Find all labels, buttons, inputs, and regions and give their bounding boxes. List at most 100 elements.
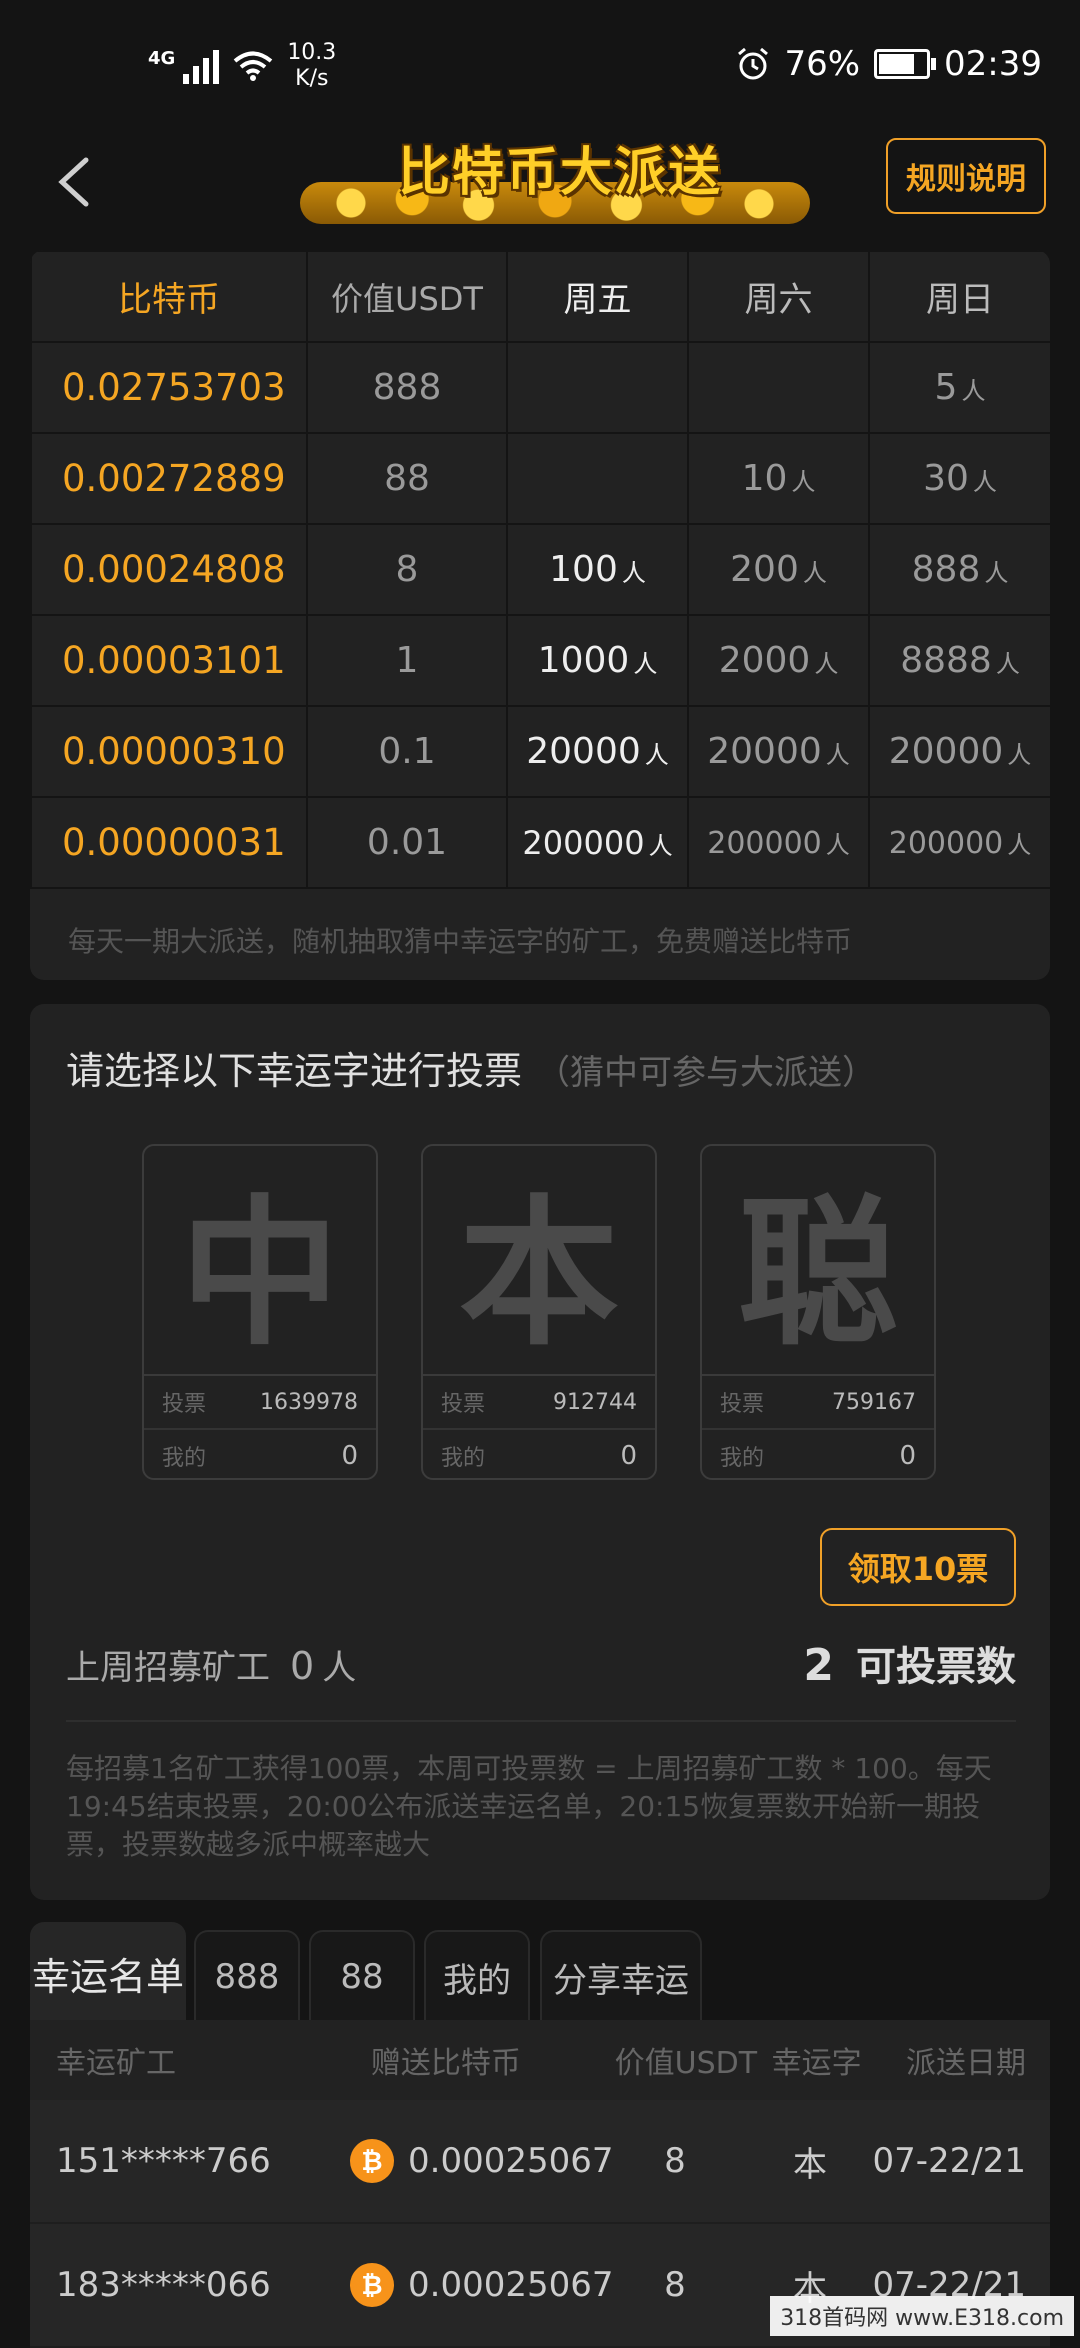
vote-title-text: 请选择以下幸运字进行投票 xyxy=(66,1049,523,1093)
cellular-signal-icon: 4G xyxy=(148,48,220,84)
cell-value: 10 xyxy=(741,458,788,499)
people-unit: 人 xyxy=(791,468,816,496)
divider xyxy=(66,1720,1016,1722)
people-unit: 人 xyxy=(644,741,669,769)
mine-label: 我的 xyxy=(720,1446,765,1471)
cell-value: 8888 xyxy=(900,640,992,681)
prize-table-row: 0.00000310 0.1 20000 人 20000 人 20000 人 xyxy=(30,705,1050,798)
people-unit: 人 xyxy=(814,650,839,678)
votes-count: 759167 xyxy=(832,1389,916,1415)
recruit-count: 0 xyxy=(290,1644,315,1688)
lucky-tabs: 幸运名单 888 88 我的 分享幸运 xyxy=(30,1922,1050,2022)
people-unit: 人 xyxy=(648,831,673,860)
cell-usdt: 0.01 xyxy=(306,796,508,889)
cell-value: 88 xyxy=(384,458,430,499)
header-sunday: 周日 xyxy=(868,250,1050,343)
network-speed: 10.3 K/s xyxy=(287,40,336,92)
back-arrow-icon[interactable] xyxy=(46,152,106,212)
people-unit: 人 xyxy=(802,559,827,587)
cell-value: 0.00272889 xyxy=(62,457,286,500)
people-unit: 人 xyxy=(825,741,850,769)
claim-votes-button[interactable]: 领取10票 xyxy=(820,1528,1016,1606)
tab-mine[interactable]: 我的 xyxy=(424,1930,530,2022)
lucky-char: 中 xyxy=(144,1146,376,1376)
prize-table-header: 比特币 价值USDT 周五 周六 周日 xyxy=(30,250,1050,343)
battery-percent: 76% xyxy=(784,44,861,84)
cell-btc: 0.00272889 xyxy=(30,432,308,525)
lucky-list: 幸运矿工 赠送比特币 价值USDT 幸运字 派送日期 151*****766 ₿… xyxy=(30,2020,1050,2348)
mine-label: 我的 xyxy=(162,1446,207,1471)
cell-value: 0.1 xyxy=(378,731,436,772)
cell-value: 20000 xyxy=(888,731,1004,772)
prize-table-card: 比特币 价值USDT 周五 周六 周日 0.02753703 888 5 人 0.002… xyxy=(30,250,1050,980)
cell-sun: 888 人 xyxy=(868,523,1050,616)
miner-id: 151*****766 xyxy=(56,2141,271,2181)
votes-label: 投票 xyxy=(441,1392,486,1417)
date: 07-22/21 xyxy=(872,2141,1026,2181)
votes-count: 912744 xyxy=(553,1389,637,1415)
tab-888[interactable]: 888 xyxy=(194,1930,300,2022)
col-btc: 赠送比特币 xyxy=(370,2046,521,2081)
cell-value: 8 xyxy=(395,549,419,590)
cell-fri xyxy=(506,341,689,434)
cell-value: 0.00000031 xyxy=(62,821,286,864)
vote-card: 请选择以下幸运字进行投票 （猜中可参与大派送） 中 投票 1639978 我的 0 本… xyxy=(30,1004,1050,1900)
rules-button[interactable]: 规则说明 xyxy=(886,138,1046,214)
prize-note: 每天一期大派送，随机抽取猜中幸运字的矿工，免费赠送比特币 xyxy=(68,925,853,958)
col-usdt: 价值USDT xyxy=(614,2046,758,2081)
cell-usdt: 88 xyxy=(306,432,508,525)
people-unit: 人 xyxy=(995,650,1020,678)
speed-value: 10.3 xyxy=(287,40,337,65)
cell-value: 0.01 xyxy=(366,822,448,863)
recruit-unit: 人 xyxy=(322,1648,357,1688)
prize-table-row: 0.00272889 88 10 人 30 人 xyxy=(30,432,1050,525)
header-usdt: 价值USDT xyxy=(306,250,508,343)
cell-value: 0.02753703 xyxy=(62,366,286,409)
tab-88[interactable]: 88 xyxy=(309,1930,415,2022)
lucky-list-header: 幸运矿工 赠送比特币 价值USDT 幸运字 派送日期 xyxy=(30,2020,1050,2100)
alarm-icon xyxy=(738,47,769,80)
header-saturday: 周六 xyxy=(687,250,870,343)
cell-value: 2000 xyxy=(718,640,811,681)
cell-sun: 8888 人 xyxy=(868,614,1050,707)
cell-fri xyxy=(506,432,689,525)
page-title-banner: 比特币大派送 xyxy=(300,130,810,230)
votes-count: 1639978 xyxy=(260,1389,358,1415)
lucky-char: 聪 xyxy=(702,1146,934,1376)
bitcoin-icon: ₿ xyxy=(350,2139,394,2183)
cell-usdt: 1 xyxy=(306,614,508,707)
cell-sun: 20000 人 xyxy=(868,705,1050,798)
my-votes: 0 xyxy=(899,1441,916,1471)
cell-sat: 20000 人 xyxy=(687,705,870,798)
col-date: 派送日期 xyxy=(905,2046,1026,2081)
tab-share-luck[interactable]: 分享幸运 xyxy=(540,1930,702,2022)
cell-value: 888 xyxy=(911,549,981,590)
cell-fri: 20000 人 xyxy=(506,705,689,798)
list-item: 151*****766 ₿ 0.00025067 8 本 07-22/21 xyxy=(30,2100,1050,2224)
mine-label: 我的 xyxy=(441,1446,486,1471)
cell-value: 100 xyxy=(549,549,618,590)
cell-usdt: 8 xyxy=(306,523,508,616)
vote-subtitle: （猜中可参与大派送） xyxy=(536,1053,877,1093)
prize-table-row: 0.00000031 0.01 200000 人 200000 人 200000 人 xyxy=(30,796,1050,889)
available-votes-count: 2 xyxy=(803,1640,834,1691)
wifi-icon xyxy=(234,51,273,81)
tab-lucky-list[interactable]: 幸运名单 xyxy=(30,1922,186,2022)
cell-sat: 10 人 xyxy=(687,432,870,525)
vote-card-cong[interactable]: 聪 投票 759167 我的 0 xyxy=(700,1144,936,1480)
cell-value: 1000 xyxy=(537,640,630,681)
btc-amount: 0.00025067 xyxy=(408,2265,614,2305)
cell-value: 200 xyxy=(730,549,799,590)
cell-sun: 30 人 xyxy=(868,432,1050,525)
prize-table-row: 0.02753703 888 5 人 xyxy=(30,341,1050,434)
recruit-label: 上周招募矿工 xyxy=(66,1648,270,1688)
cell-fri: 100 人 xyxy=(506,523,689,616)
people-unit: 人 xyxy=(961,377,986,405)
prize-table-row: 0.00024808 8 100 人 200 人 888 人 xyxy=(30,523,1050,616)
vote-card-ben[interactable]: 本 投票 912744 我的 0 xyxy=(421,1144,657,1480)
cell-usdt: 888 xyxy=(306,341,508,434)
vote-card-zhong[interactable]: 中 投票 1639978 我的 0 xyxy=(142,1144,378,1480)
watermark: 318首码网 www.E318.com xyxy=(770,2296,1074,2336)
my-votes: 0 xyxy=(341,1441,358,1471)
people-unit: 人 xyxy=(633,650,658,678)
